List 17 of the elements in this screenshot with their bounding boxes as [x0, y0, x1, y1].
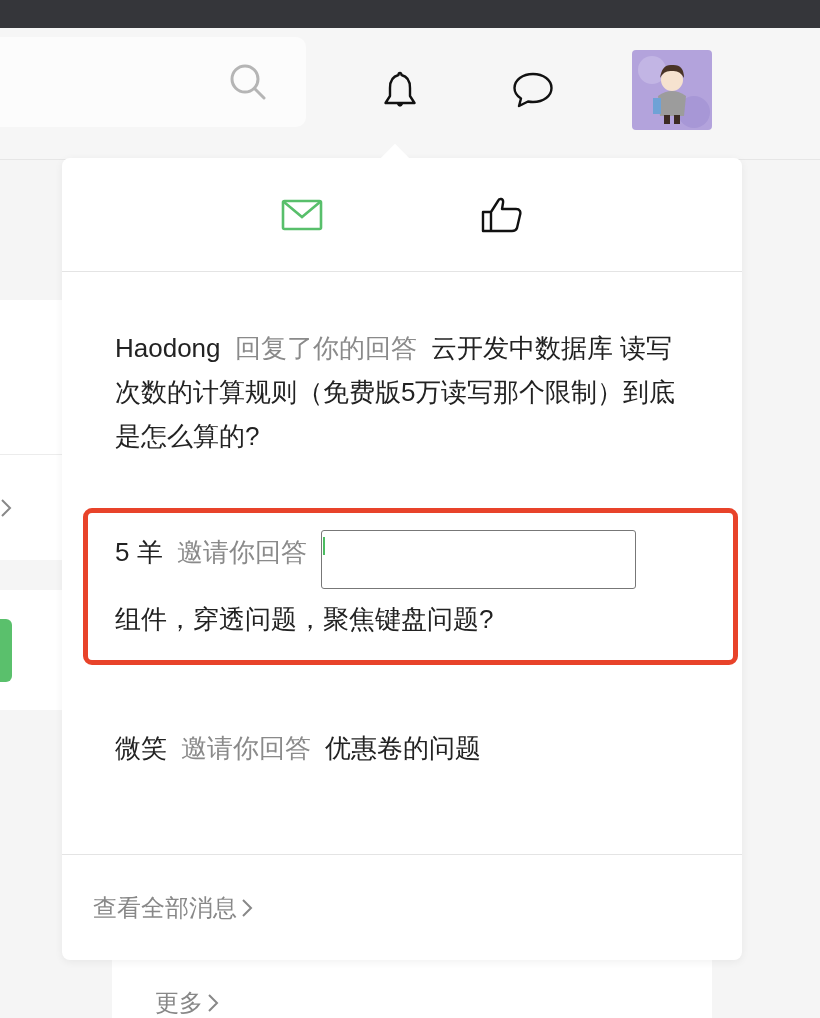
search-field[interactable]	[0, 36, 306, 127]
chat-bubble-icon[interactable]	[512, 70, 554, 109]
mail-icon	[281, 198, 323, 231]
action-button[interactable]	[0, 618, 12, 682]
answer-field[interactable]	[320, 530, 636, 589]
user-name[interactable]: 5 羊	[115, 537, 163, 567]
thumbs-up-icon	[481, 196, 523, 233]
message-text[interactable]: 微笑 邀请你回答 优惠卷的问题	[115, 726, 693, 770]
chevron-icon	[241, 896, 253, 919]
text-cursor	[322, 537, 325, 555]
chevron-icon	[207, 992, 219, 1014]
message-text[interactable]: Haodong 回复了你的回答 云开发中数据库 读写次数的计算规则（免费版5万读写那个限制）到底是怎么算的?	[115, 326, 693, 458]
view-all-link[interactable]: 查看全部消息	[93, 892, 253, 923]
action-text: 邀请你回答	[176, 537, 307, 567]
chevron-icon[interactable]	[0, 497, 12, 518]
more-link[interactable]: 更多	[155, 988, 219, 1018]
question-title[interactable]: 组件，穿透问题，聚焦键盘问题?	[115, 597, 693, 641]
